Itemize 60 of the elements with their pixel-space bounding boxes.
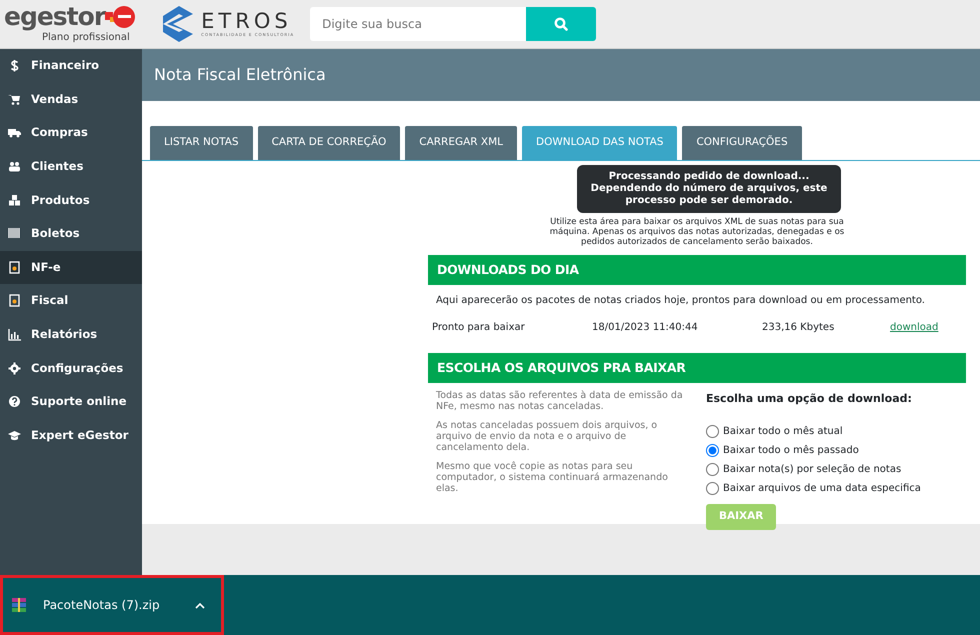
tab[interactable]: LISTAR NOTAS [150,126,253,160]
graduation-cap-icon [8,428,21,442]
brand-name: egestor [4,4,106,29]
tab[interactable]: CARREGAR XML [405,126,518,160]
document-icon [8,260,21,274]
search-icon [554,17,568,31]
sidebar-item[interactable]: NF-e [0,250,142,284]
sidebar-item[interactable]: Produtos [0,183,142,217]
section-header: DOWNLOADS DO DIA [428,255,966,286]
users-icon [8,160,21,174]
section-header: ESCOLHA OS ARQUIVOS PRA BAIXAR [428,353,966,384]
partner-name: ETROS [201,10,293,32]
sidebar-item[interactable]: Configurações [0,351,142,385]
radio-button[interactable] [706,424,719,438]
radio-option[interactable]: Baixar todo o mês atual [706,424,921,439]
help-text: Mesmo que você copie as notas para seu computador, o sistema continuará armazenando elas. [436,462,669,495]
radio-option[interactable]: Baixar todo o mês passado [706,442,921,458]
cubes-icon [8,194,21,207]
sidebar-item[interactable]: Vendas [0,82,142,116]
download-item[interactable]: PacoteNotas (7).zip [0,575,224,635]
help-text: As notas canceladas possuem dois arquivos, o arquivo de envio da nota e o arquivo de cancelamento dela. [436,421,658,454]
table-cell-text: Pronto para baixar [432,321,526,336]
page-title: Nota Fiscal Eletrônica [142,49,980,101]
radio-button[interactable] [706,482,719,495]
radio-option[interactable]: Baixar arquivos de uma data especifica [706,480,921,496]
sidebar-item[interactable]: Financeiro [0,49,142,83]
table-cell-text: 233,16 Kbytes [762,321,836,336]
settings-icon [8,362,21,375]
sidebar-item[interactable]: Suporte online [0,384,142,419]
document-icon [8,294,21,308]
table-cell-text: 18/01/2023 11:40:44 [592,321,699,336]
archive-icon [11,597,27,613]
tab[interactable]: CONFIGURAÇÕES [682,126,802,160]
sidebar-item[interactable]: Boletos [0,216,142,251]
barcode-icon [8,227,21,240]
bar-chart-icon [8,328,21,342]
tab[interactable]: CARTA DE CORREÇÃO [258,126,400,160]
sidebar-item[interactable]: Relatórios [0,318,142,352]
radio-option[interactable]: Baixar nota(s) por seleção de notas [706,462,921,477]
help-text: Todas as datas são referentes à data de emissão da NFe, mesmo nas notas canceladas. [436,391,684,414]
download-link[interactable]: download [890,320,938,336]
section-note: Aqui aparecerão os pacotes de notas criados hoje, prontos para download ou em processamento. [435,294,926,308]
radio-button[interactable] [706,462,719,476]
options-heading: Escolha uma opção de download: [706,391,913,408]
intro-text: Utilize esta área para baixar os arquivos XML de suas notas para sua máquina. Apenas os arquivos das notas autorizadas, denegadas e os pedidos autorizados de cancelamento serão baixados. [548,216,846,248]
sidebar-item[interactable]: Fiscal [0,284,142,318]
cart-icon [8,92,21,106]
help-icon [8,395,21,408]
tooltip-title: Processando pedido de download... [608,171,810,183]
tooltip-text: Dependendo do número de arquivos, este processo pode ser demorado. [590,183,828,207]
truck-icon [8,126,21,140]
plan-label: Plano profissional [42,30,131,44]
search-field[interactable]: Digite sua busca [310,7,526,41]
chevron-up-icon [195,602,205,608]
sidebar-item[interactable]: Clientes [0,150,142,184]
sidebar-item[interactable]: Expert eGestor [0,418,142,452]
radio-button[interactable] [706,444,719,457]
brand-logo-icon [105,4,136,30]
dollar-icon [8,59,21,72]
sidebar-item[interactable]: Compras [0,116,142,150]
